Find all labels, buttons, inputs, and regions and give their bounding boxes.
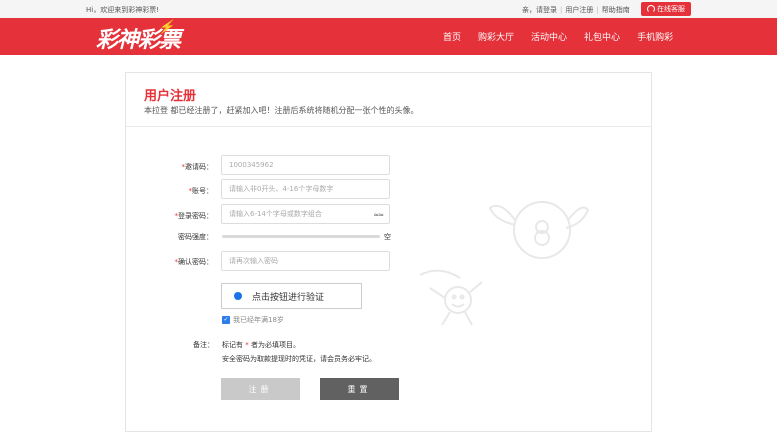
main-nav: 首页 购彩大厅 活动中心 礼包中心 手机购彩 <box>443 18 690 55</box>
online-service-button[interactable]: 在线客服 <box>641 2 691 16</box>
age-checkbox-label: 我已经年满18岁 <box>233 316 284 324</box>
online-service-label: 在线客服 <box>657 5 685 13</box>
age-checkbox[interactable]: ✓ 我已经年满18岁 <box>222 315 284 325</box>
account-input[interactable]: 请输入非0开头、4-16个字母数字 <box>221 179 390 199</box>
lightning-icon: ⚡ <box>158 20 174 35</box>
mascot-illustration <box>420 201 590 326</box>
account-label: *账号： <box>188 187 214 195</box>
headset-icon <box>647 5 655 13</box>
welcome-text: Hi，欢迎来到彩神彩票! <box>86 6 160 14</box>
register-link[interactable]: 用户注册 <box>562 5 596 15</box>
password-strength-value: 空 <box>384 233 391 241</box>
invite-code-field[interactable]: 1000345962 <box>221 155 390 175</box>
page-subtitle: 本拉登 都已经注册了，赶紧加入吧！注册后系统将随机分配一张个性的头像。 <box>144 106 419 115</box>
checkbox-checked-icon: ✓ <box>222 316 230 324</box>
nav-home[interactable]: 首页 <box>443 30 461 43</box>
password-label: *登录密码： <box>174 212 214 220</box>
help-link[interactable]: 帮助指南 <box>599 5 633 15</box>
nav-gift-center[interactable]: 礼包中心 <box>584 30 620 43</box>
reset-button[interactable]: 重置 <box>320 378 399 400</box>
account-placeholder: 请输入非0开头、4-16个字母数字 <box>229 185 334 193</box>
invite-code-label: *邀请码： <box>181 163 214 171</box>
main-header: 彩神彩票 ⚡ 首页 购彩大厅 活动中心 礼包中心 手机购彩 <box>0 18 777 55</box>
invite-code-value: 1000345962 <box>229 161 274 169</box>
password-input[interactable]: 请输入6-14个字母或数字组合 ≈≈ <box>221 204 390 224</box>
security-note: 安全密码为取款提现时的凭证，请会员务必牢记。 <box>222 355 376 363</box>
note-label: 备注： <box>193 341 214 349</box>
nav-activity-center[interactable]: 活动中心 <box>531 30 567 43</box>
verify-label: 点击按钮进行验证 <box>252 292 325 303</box>
nav-mobile-lottery[interactable]: 手机购彩 <box>637 30 673 43</box>
password-strength-label: 密码强度： <box>178 233 213 241</box>
login-link[interactable]: 亲，请登录 <box>519 5 560 15</box>
password-placeholder: 请输入6-14个字母或数字组合 <box>229 210 322 218</box>
register-button[interactable]: 注册 <box>221 378 300 400</box>
required-note: 标记有 * 者为必填项目。 <box>222 341 300 349</box>
site-logo[interactable]: 彩神彩票 ⚡ <box>96 20 181 54</box>
top-links: 亲，请登录 | 用户注册 | 帮助指南 <box>519 5 633 15</box>
show-password-icon[interactable]: ≈≈ <box>373 211 384 219</box>
confirm-password-placeholder: 请再次输入密码 <box>229 257 278 265</box>
top-bar: Hi，欢迎来到彩神彩票! 亲，请登录 | 用户注册 | 帮助指南 在线客服 <box>0 0 777 18</box>
page-title: 用户注册 <box>144 89 197 104</box>
verify-dot-icon <box>234 292 242 300</box>
confirm-password-label: *确认密码： <box>174 258 214 266</box>
captcha-verify-button[interactable]: 点击按钮进行验证 <box>221 283 362 309</box>
divider <box>126 126 651 127</box>
confirm-password-input[interactable]: 请再次输入密码 <box>221 251 390 271</box>
nav-lottery-hall[interactable]: 购彩大厅 <box>478 30 514 43</box>
password-strength-bar <box>222 235 380 238</box>
